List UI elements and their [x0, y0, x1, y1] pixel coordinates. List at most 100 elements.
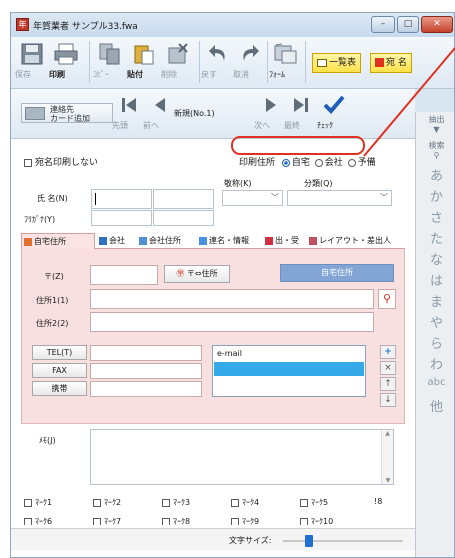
memo-scrollbar[interactable]: ▲ ▼: [381, 430, 393, 484]
minimize-button[interactable]: –: [371, 16, 395, 33]
undo-icon: [204, 42, 232, 66]
last-record-button[interactable]: 最終: [284, 91, 318, 137]
font-size-label: 文字サイズ:: [229, 536, 272, 545]
save-icon: [18, 42, 46, 66]
addressee-icon: [375, 58, 384, 67]
plus-icon: +: [384, 347, 392, 357]
mark1-checkbox[interactable]: ﾏｰｸ1: [24, 497, 52, 508]
kana-a[interactable]: あ: [416, 165, 454, 184]
mark6-checkbox[interactable]: ﾏｰｸ6: [24, 516, 52, 525]
add-card-button[interactable]: 連絡先 カード追加: [21, 103, 113, 123]
tel-field[interactable]: [90, 345, 202, 361]
mark8-checkbox[interactable]: ﾏｰｸ8: [162, 516, 190, 525]
move-up-button[interactable]: ↑: [380, 377, 396, 391]
tab-sent-received[interactable]: 出・受: [263, 233, 305, 249]
kana-abc[interactable]: abc: [416, 377, 454, 388]
radio-company[interactable]: 会社: [314, 158, 343, 168]
print-address-group: 印刷住所 自宅 会社 予備: [239, 158, 376, 168]
mobile-label-button[interactable]: 携帯: [32, 381, 87, 396]
redo-button[interactable]: 取消: [233, 40, 267, 86]
fax-field[interactable]: [90, 363, 202, 379]
radio-spare[interactable]: 予備: [347, 158, 376, 168]
home-address-header: 自宅住所: [280, 264, 394, 282]
address2-field[interactable]: [90, 312, 374, 332]
category-select[interactable]: ﹀: [287, 190, 392, 206]
add-email-button[interactable]: +: [380, 345, 396, 359]
main-toolbar: 保存 印刷 ｺﾋﾟｰ 貼付 削除 戻す 取消 ﾌｫｰﾑ 一覧表 宛 名: [11, 37, 454, 89]
app-icon: 年: [16, 18, 29, 31]
first-record-button[interactable]: 先頭: [112, 91, 146, 137]
next-record-button[interactable]: 次へ: [254, 91, 288, 137]
save-button[interactable]: 保存: [15, 40, 49, 86]
kana-ya[interactable]: や: [416, 312, 454, 331]
close-icon: ×: [384, 363, 392, 373]
prev-icon: [146, 93, 174, 117]
honorific-select[interactable]: ﹀: [222, 190, 283, 206]
remove-email-button[interactable]: ×: [380, 361, 396, 375]
kana-ha[interactable]: は: [416, 270, 454, 289]
chevron-down-icon: ﹀: [380, 193, 388, 202]
next-icon: [257, 93, 285, 117]
mobile-field[interactable]: [90, 381, 202, 397]
font-size-slider-thumb[interactable]: [305, 535, 313, 547]
mark7-checkbox[interactable]: ﾏｰｸ7: [93, 516, 121, 525]
kana-ma[interactable]: ま: [416, 291, 454, 310]
kana-sa[interactable]: さ: [416, 207, 454, 226]
paste-button[interactable]: 貼付: [127, 40, 161, 86]
honorific-label: 敬称(K): [224, 179, 252, 188]
radio-home[interactable]: 自宅: [281, 158, 310, 168]
delete-button[interactable]: 削除: [161, 40, 195, 86]
prev-record-button[interactable]: 前へ: [143, 91, 177, 137]
tab-joint-names[interactable]: 連名・情報: [197, 233, 261, 249]
kana-wa[interactable]: わ: [416, 354, 454, 373]
window-title: 年賀業者 サンプル33.fwa: [33, 22, 138, 32]
mark2-checkbox[interactable]: ﾏｰｸ2: [93, 497, 121, 508]
tab-company-address[interactable]: 会社住所: [137, 233, 195, 249]
kana-other[interactable]: 他: [416, 396, 454, 415]
addressee-button[interactable]: 宛 名: [370, 53, 412, 73]
list-icon: [317, 58, 327, 67]
last-furigana-field[interactable]: [91, 210, 152, 226]
tab-home-address[interactable]: 自宅住所: [21, 233, 95, 249]
kana-ka[interactable]: か: [416, 186, 454, 205]
maximize-button[interactable]: □: [397, 16, 419, 33]
kana-na[interactable]: な: [416, 249, 454, 268]
mark10-checkbox[interactable]: ﾏｰｸ10: [300, 516, 333, 525]
copy-button[interactable]: ｺﾋﾟｰ: [93, 40, 127, 86]
address1-field[interactable]: [90, 289, 374, 309]
font-size-slider[interactable]: [283, 535, 403, 547]
tel-label-button[interactable]: TEL(T): [32, 345, 87, 360]
home-address-panel: 〒(Z) ㊫ 〒⇔住所 自宅住所 住所1(1) ⚲ 住所2(2) TEL(T) …: [21, 249, 405, 424]
undo-button[interactable]: 戻す: [201, 40, 235, 86]
print-button[interactable]: 印刷: [49, 40, 83, 86]
tab-layout-sender[interactable]: レイアウト・差出人: [307, 233, 403, 249]
arrow-up-icon: ↑: [384, 379, 392, 389]
fax-label-button[interactable]: FAX: [32, 363, 87, 378]
form-button[interactable]: ﾌｫｰﾑ: [269, 40, 303, 86]
no-print-checkbox[interactable]: 宛名印刷しない: [24, 155, 98, 168]
last-name-field[interactable]: [91, 189, 152, 209]
list-view-button[interactable]: 一覧表: [312, 53, 362, 73]
mark4-checkbox[interactable]: ﾏｰｸ4: [231, 497, 259, 508]
check-button[interactable]: ﾁｪｯｸ: [317, 91, 351, 137]
zip-field[interactable]: [90, 265, 158, 285]
extract-button[interactable]: 抽出 ▼: [416, 114, 454, 134]
first-name-field[interactable]: [153, 189, 214, 209]
checkmark-icon: [320, 93, 348, 117]
map-pin-icon[interactable]: ⚲: [378, 289, 396, 309]
mark9-checkbox[interactable]: ﾏｰｸ9: [231, 516, 259, 525]
kana-ta[interactable]: た: [416, 228, 454, 247]
move-down-button[interactable]: ↓: [380, 393, 396, 407]
close-button[interactable]: ✕: [421, 16, 453, 33]
mark5-checkbox[interactable]: ﾏｰｸ5: [300, 497, 328, 508]
email-list[interactable]: e-mail: [212, 345, 366, 397]
memo-field[interactable]: ▲ ▼: [90, 429, 394, 485]
furigana-label: ﾌﾘｶﾞﾅ(Y): [24, 215, 56, 224]
zip-convert-button[interactable]: ㊫ 〒⇔住所: [164, 265, 230, 283]
tab-company[interactable]: 会社: [97, 233, 135, 249]
kana-ra[interactable]: ら: [416, 333, 454, 352]
mark3-checkbox[interactable]: ﾏｰｸ3: [162, 497, 190, 508]
search-button[interactable]: 検索 ⚲: [416, 140, 454, 160]
email-list-selected-row[interactable]: [214, 362, 364, 376]
first-furigana-field[interactable]: [153, 210, 214, 226]
